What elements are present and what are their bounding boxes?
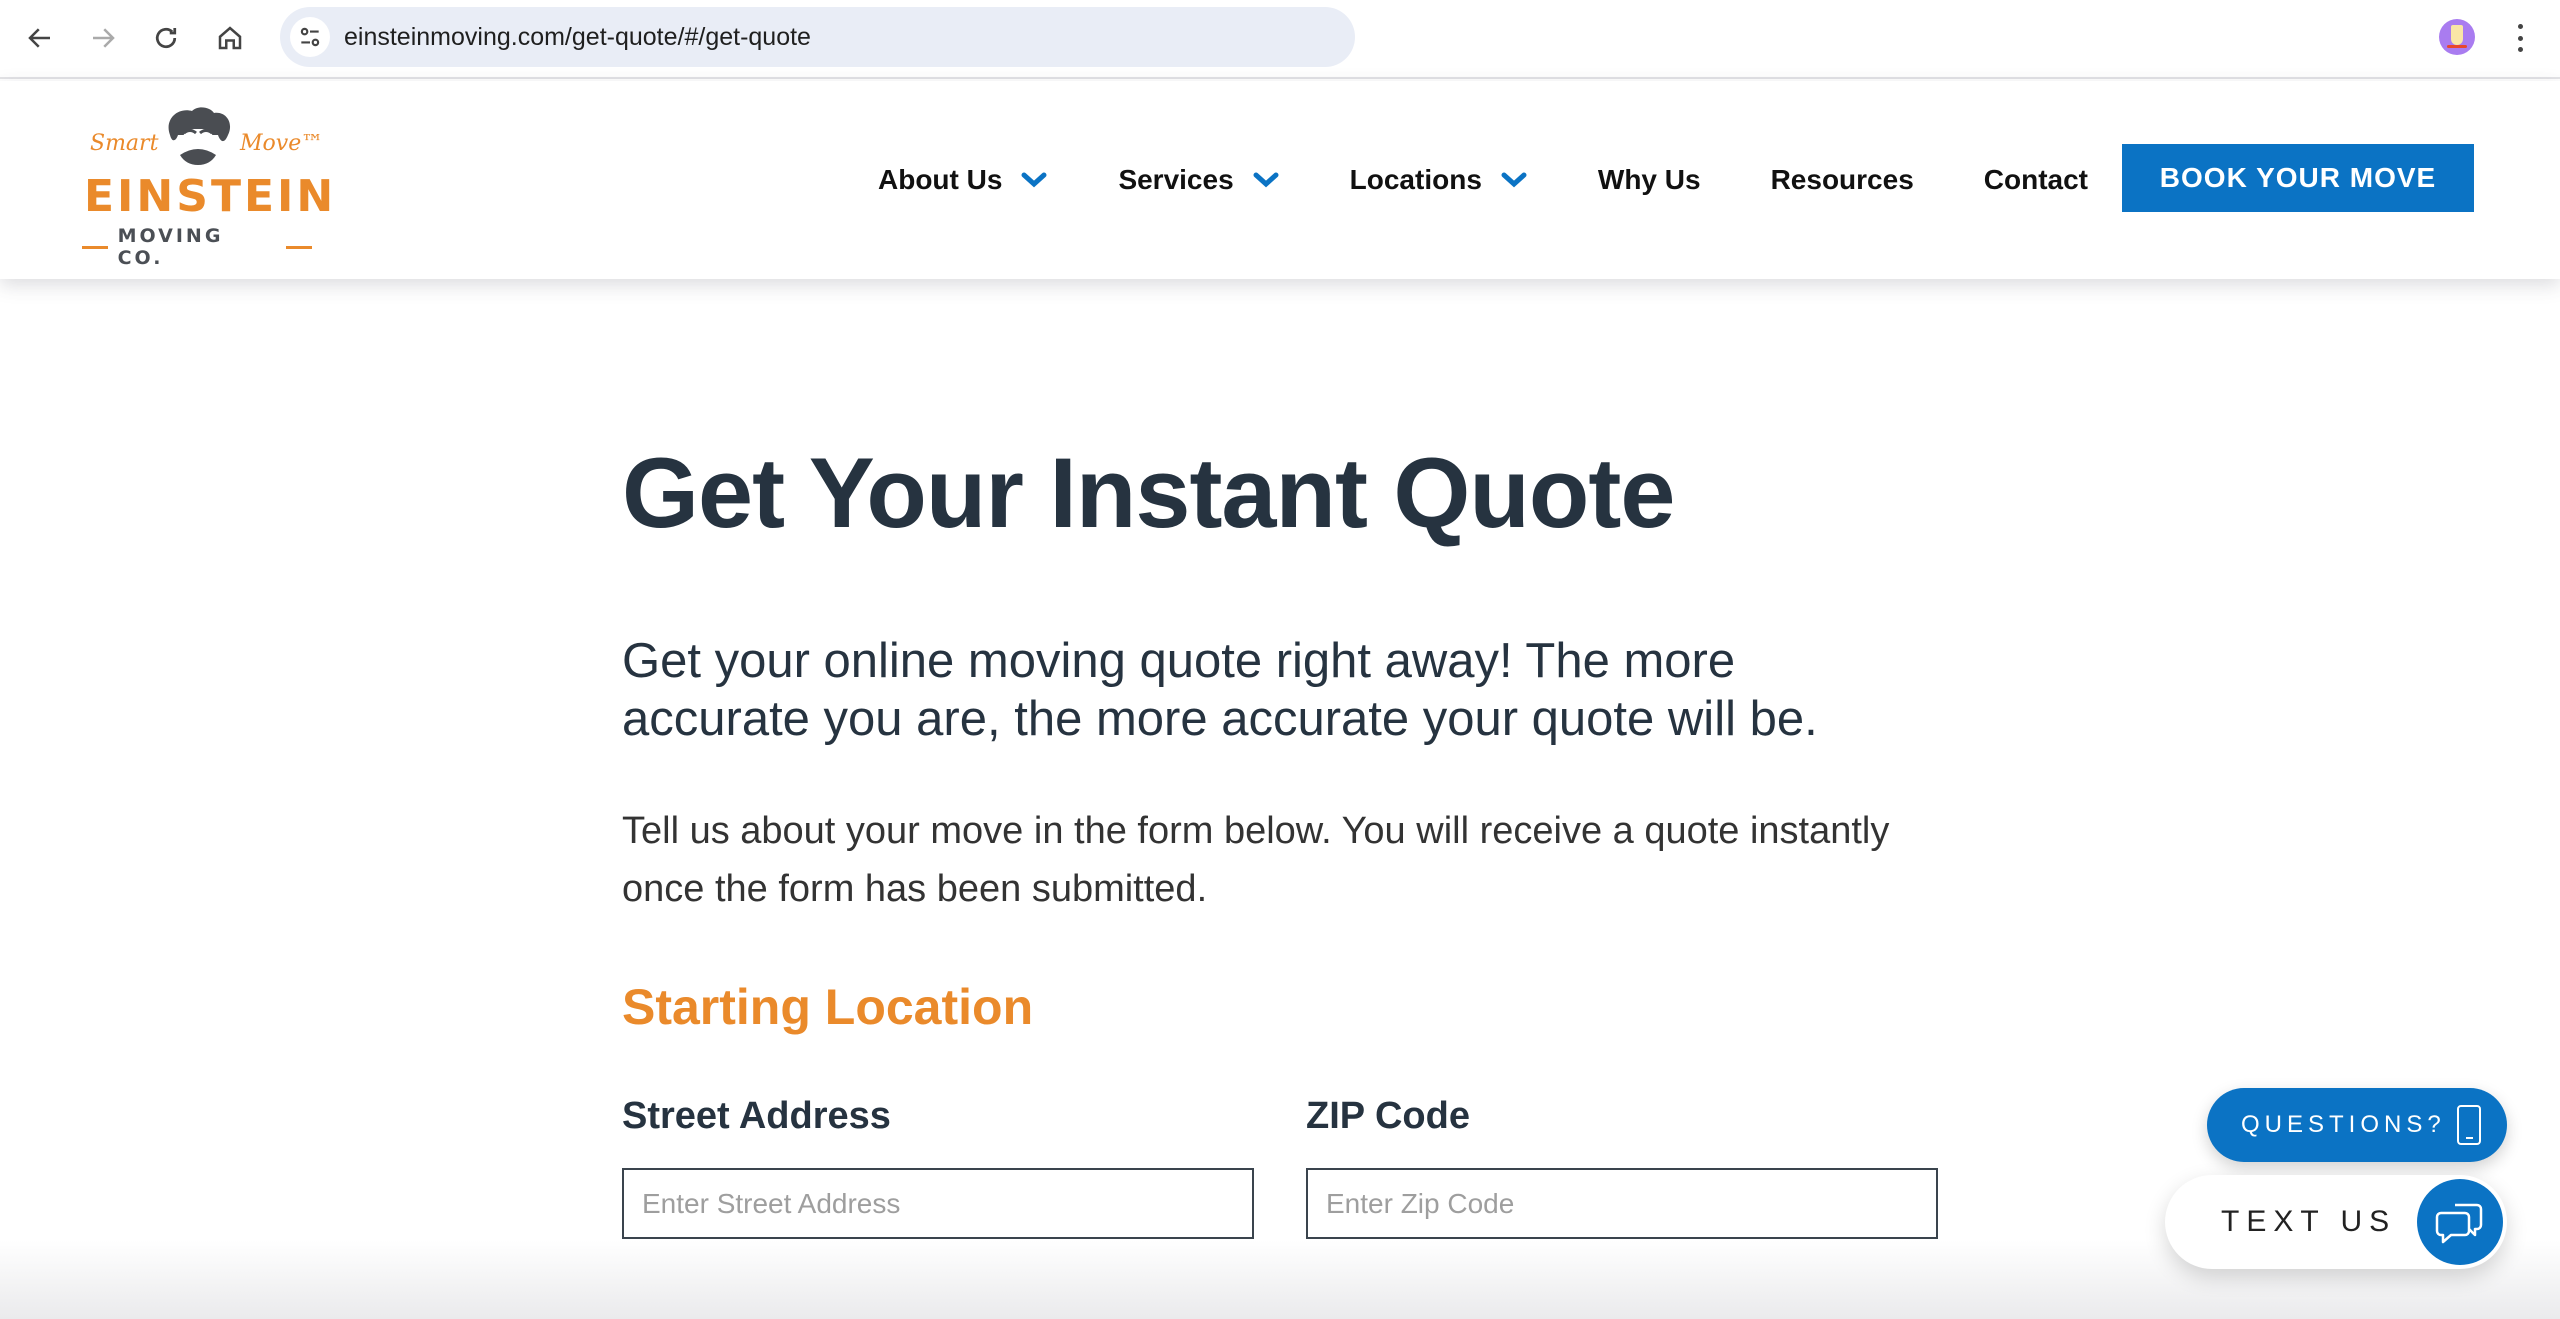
- chevron-down-icon: [1501, 172, 1527, 188]
- kebab-menu-icon[interactable]: [2508, 20, 2532, 56]
- logo-brand: EINSTEIN: [84, 171, 337, 222]
- tune-icon: [300, 27, 320, 47]
- nav-locations[interactable]: Locations: [1350, 164, 1528, 196]
- forward-button[interactable]: [83, 18, 123, 58]
- phone-icon: [2457, 1105, 2481, 1145]
- einstein-face-icon: [168, 107, 231, 165]
- site-info-button[interactable]: [290, 17, 330, 57]
- section-title-starting-location: Starting Location: [622, 979, 1034, 1035]
- street-address-label: Street Address: [622, 1095, 891, 1137]
- home-icon: [218, 26, 242, 50]
- nav-contact[interactable]: Contact: [1984, 164, 2088, 196]
- street-address-input[interactable]: [622, 1168, 1254, 1239]
- questions-button[interactable]: QUESTIONS?: [2207, 1088, 2507, 1162]
- main-nav: About Us Services Locations Why Us Resou…: [878, 81, 2158, 279]
- zip-code-label: ZIP Code: [1306, 1095, 1470, 1137]
- browser-toolbar: einsteinmoving.com/get-quote/#/get-quote: [0, 0, 2560, 79]
- nav-why-us[interactable]: Why Us: [1598, 164, 1701, 196]
- logo-subtitle: MOVING CO.: [82, 225, 312, 269]
- zip-code-input[interactable]: [1306, 1168, 1938, 1239]
- address-bar[interactable]: einsteinmoving.com/get-quote/#/get-quote: [280, 7, 1355, 67]
- back-button[interactable]: [20, 18, 60, 58]
- book-your-move-button[interactable]: BOOK YOUR MOVE: [2122, 144, 2474, 212]
- text-us-button[interactable]: TEXT US: [2165, 1175, 2507, 1269]
- logo-tagline-left: Smart: [90, 131, 159, 156]
- page-title: Get Your Instant Quote: [622, 437, 1675, 548]
- profile-avatar[interactable]: [2439, 19, 2475, 55]
- questions-label: QUESTIONS?: [2241, 1111, 2446, 1138]
- reload-button[interactable]: [146, 18, 186, 58]
- chat-bubbles-icon: [2417, 1179, 2503, 1265]
- text-us-label: TEXT US: [2221, 1205, 2397, 1238]
- home-button[interactable]: [210, 18, 250, 58]
- lead-text: Get your online moving quote right away!…: [622, 634, 1818, 746]
- chevron-down-icon: [1253, 172, 1279, 188]
- chevron-down-icon: [1021, 172, 1047, 188]
- arrow-right-icon: [93, 28, 115, 48]
- arrow-left-icon: [28, 28, 50, 48]
- nav-resources[interactable]: Resources: [1771, 164, 1914, 196]
- reload-icon: [155, 27, 177, 49]
- intro-text: Tell us about your move in the form belo…: [622, 810, 1890, 910]
- nav-services[interactable]: Services: [1118, 164, 1279, 196]
- logo[interactable]: Smart Move™ EINSTEIN MOVING CO.: [82, 105, 333, 269]
- site-header: Smart Move™ EINSTEIN MOVING CO. About Us…: [0, 81, 2560, 279]
- nav-about-us[interactable]: About Us: [878, 164, 1048, 196]
- logo-tagline-right: Move™: [240, 131, 324, 156]
- url-text[interactable]: einsteinmoving.com/get-quote/#/get-quote: [344, 7, 811, 67]
